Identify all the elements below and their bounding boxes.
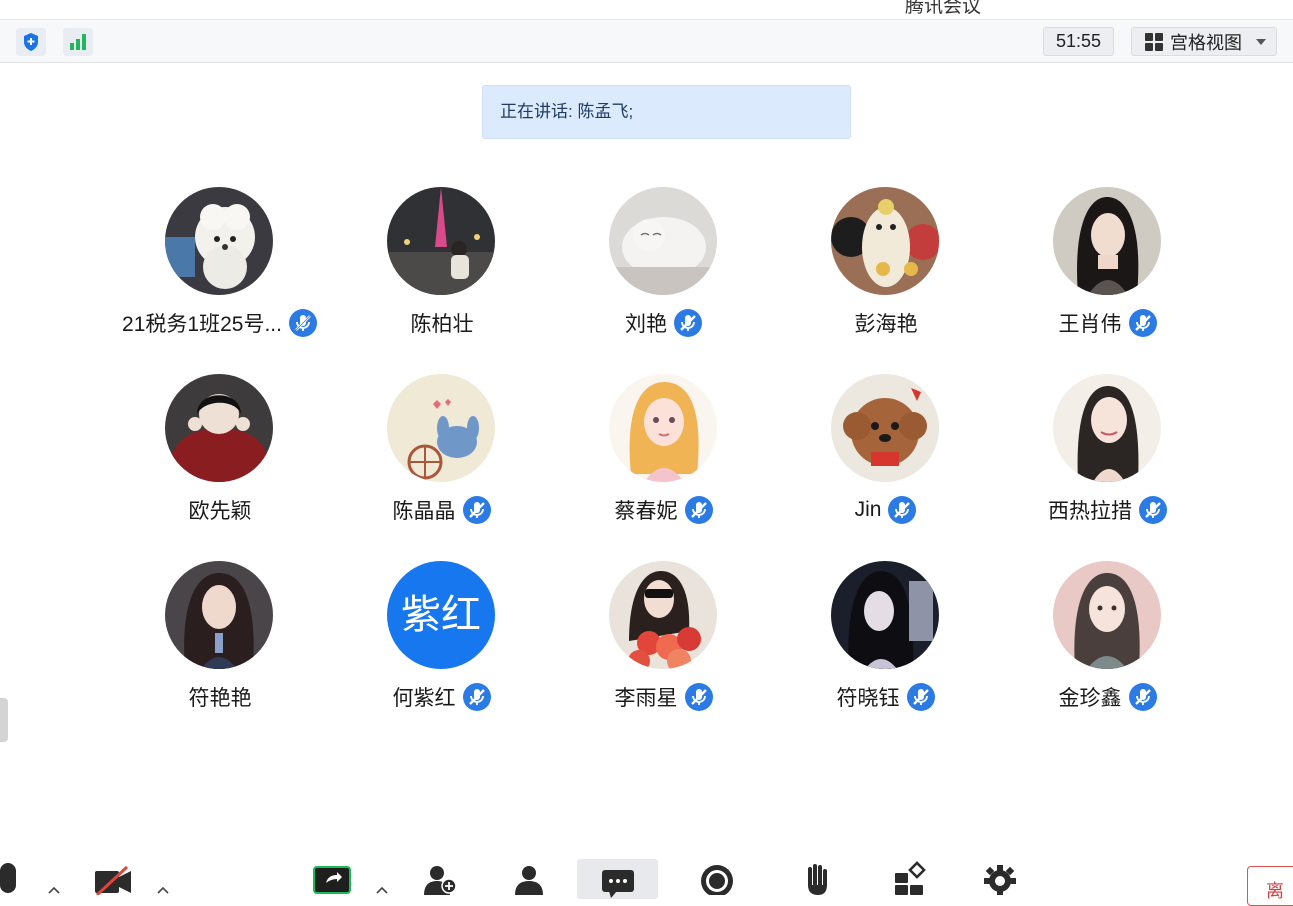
participant-name: 王肖伟 (1058, 313, 1122, 336)
mic-muted-icon (888, 496, 917, 524)
participant-tile[interactable]: 彭海艳 (775, 187, 997, 357)
participant-tile[interactable]: 符艳艳 (109, 561, 331, 731)
participant-tile[interactable]: 陈晶晶 (331, 374, 553, 544)
participant-name: 何紫红 (392, 687, 456, 710)
participant-tile[interactable]: 欧先颖 (109, 374, 331, 544)
leave-meeting-button[interactable]: 离 (1247, 866, 1293, 906)
participant-name: 陈晶晶 (392, 500, 456, 523)
avatar (609, 374, 717, 482)
avatar (1053, 187, 1161, 295)
participant-name: 彭海艳 (854, 313, 918, 336)
participant-tile[interactable]: 陈柏壮 (331, 187, 553, 357)
raise-hand-button[interactable] (800, 859, 834, 899)
mic-muted-icon (906, 683, 935, 711)
participant-tile[interactable]: 金珍鑫 (997, 561, 1219, 731)
settings-button[interactable] (982, 859, 1018, 899)
participant-name: 蔡春妮 (614, 500, 678, 523)
participant-name: 金珍鑫 (1058, 687, 1122, 710)
avatar (387, 187, 495, 295)
participant-name: Jin (854, 498, 882, 521)
microphone-icon (0, 863, 16, 893)
mic-muted-icon (462, 496, 491, 524)
participant-tile[interactable]: 紫红 何紫红 (331, 561, 553, 731)
participant-name: 21税务1班25号... (122, 313, 282, 336)
participant-name: 符艳艳 (188, 687, 252, 710)
avatar (831, 561, 939, 669)
avatar (387, 374, 495, 482)
avatar (165, 561, 273, 669)
record-icon (701, 865, 733, 895)
view-mode-label: 宫格视图 (1170, 32, 1242, 53)
participants-icon (515, 866, 543, 895)
participants-button[interactable] (511, 859, 547, 899)
participant-tile[interactable]: 西热拉措 (997, 374, 1219, 544)
mic-muted-icon (288, 309, 317, 337)
participant-name: 西热拉措 (1048, 500, 1132, 523)
window-title-bar: 腾讯会议 (0, 0, 1293, 20)
participant-tile[interactable]: 刘艳 (553, 187, 775, 357)
meeting-timer: 51:55 (1043, 27, 1114, 56)
camera-off-icon (95, 865, 131, 895)
view-mode-dropdown[interactable]: 宫格视图 (1131, 27, 1277, 56)
settings-icon (984, 865, 1016, 895)
avatar: 紫红 (387, 561, 495, 669)
participant-tile[interactable]: 符晓钰 (775, 561, 997, 731)
chat-icon (602, 870, 634, 898)
avatar (609, 561, 717, 669)
participant-tile[interactable]: Jin (775, 374, 997, 544)
avatar (609, 187, 717, 295)
mic-muted-icon (674, 309, 702, 337)
meeting-top-bar: 51:55 宫格视图 (0, 20, 1293, 63)
record-button[interactable] (699, 859, 735, 899)
apps-icon (895, 861, 926, 895)
grid-view-icon (1145, 32, 1163, 51)
chevron-down-icon (1256, 39, 1266, 45)
participant-name: 刘艳 (625, 313, 667, 336)
participant-name: 李雨星 (614, 687, 678, 710)
participant-tile[interactable]: 21税务1班25号... (109, 187, 331, 357)
share-screen-icon (313, 866, 351, 894)
raise-hand-icon (808, 864, 827, 895)
active-speaker-banner: 正在讲话: 陈孟飞; (482, 85, 851, 139)
participant-name: 欧先颖 (188, 500, 252, 523)
mic-muted-icon (684, 496, 713, 524)
avatar (831, 187, 939, 295)
chat-button[interactable] (577, 859, 658, 899)
avatar (1053, 374, 1161, 482)
participant-tile[interactable]: 蔡春妮 (553, 374, 775, 544)
apps-button[interactable] (892, 859, 928, 899)
avatar (165, 374, 273, 482)
microphone-button[interactable] (0, 859, 24, 899)
signal-strength-icon[interactable] (63, 28, 93, 56)
mic-muted-icon (1128, 309, 1157, 337)
participant-name: 陈柏壮 (410, 313, 474, 336)
side-panel-handle[interactable] (0, 698, 8, 742)
mic-muted-icon (462, 683, 491, 711)
mic-muted-icon (1128, 683, 1157, 711)
participant-name: 符晓钰 (836, 687, 900, 710)
mic-muted-icon (1139, 496, 1167, 524)
meeting-toolbar: 离 (0, 855, 1293, 906)
participant-tile[interactable]: 李雨星 (553, 561, 775, 731)
avatar (165, 187, 273, 295)
mic-muted-icon (684, 683, 713, 711)
camera-button[interactable] (93, 859, 133, 899)
avatar (1053, 561, 1161, 669)
participant-tile[interactable]: 王肖伟 (997, 187, 1219, 357)
invite-member-icon (424, 866, 457, 895)
share-screen-button[interactable] (313, 859, 351, 899)
shield-icon[interactable] (16, 28, 46, 56)
invite-button[interactable] (422, 859, 458, 899)
app-title: 腾讯会议 (905, 0, 982, 17)
avatar (831, 374, 939, 482)
